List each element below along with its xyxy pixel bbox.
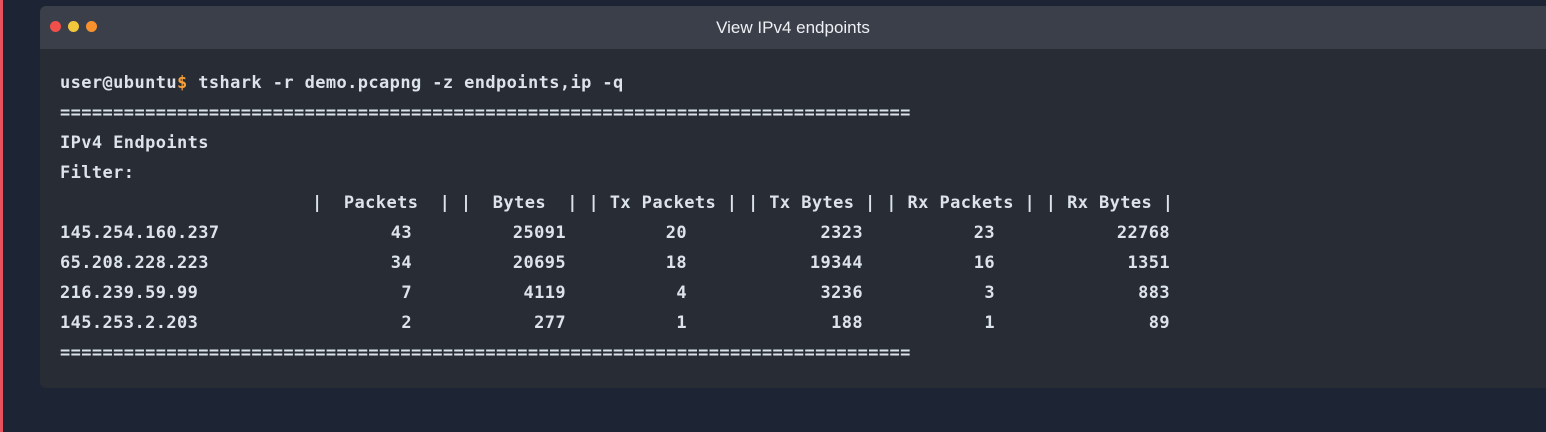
prompt-user: user@ubuntu [60, 73, 177, 93]
ip-address: 145.253.2.203 [60, 313, 199, 333]
packets-value: 7 [401, 283, 412, 303]
tx-packets-value: 4 [676, 283, 687, 303]
ip-address: 65.208.228.223 [60, 253, 209, 273]
rx-packets-value: 3 [984, 283, 995, 303]
prompt-symbol: $ [176, 73, 188, 93]
terminal-output[interactable]: user@ubuntu$ tshark -r demo.pcapng -z en… [60, 68, 1173, 368]
ip-address: 145.254.160.237 [60, 223, 220, 243]
table-row: 216.239.59.99 7 4119 4 3236 3 883 [60, 278, 1170, 308]
command-line: user@ubuntu$ tshark -r demo.pcapng -z en… [60, 68, 911, 98]
rx-packets-value: 23 [973, 223, 995, 243]
tx-packets-value: 20 [665, 223, 687, 243]
command-text: tshark -r demo.pcapng -z endpoints,ip -q [187, 73, 624, 93]
table-row: 145.253.2.203 2 277 1 188 1 89 [60, 308, 1170, 338]
page-edge-accent [0, 0, 3, 432]
separator-top: ========================================… [60, 103, 911, 123]
table-row: 65.208.228.223 34 20695 18 19344 16 1351 [60, 248, 1170, 278]
tx-bytes-value: 188 [831, 313, 863, 333]
bytes-value: 20695 [512, 253, 566, 273]
tx-bytes-value: 3236 [820, 283, 863, 303]
title-bar: View IPv4 endpoints [40, 6, 1546, 49]
tx-bytes-value: 2323 [820, 223, 863, 243]
packets-value: 43 [390, 223, 412, 243]
output-heading: IPv4 Endpoints [60, 133, 209, 153]
terminal-window: View IPv4 endpoints user@ubuntu$ tshark … [40, 6, 1546, 388]
column-header-line: | Packets | | Bytes | | Tx Packets | | T… [312, 193, 1174, 213]
tx-packets-value: 1 [676, 313, 687, 333]
window-title: View IPv4 endpoints [716, 18, 870, 37]
bytes-value: 277 [534, 313, 566, 333]
rx-packets-value: 1 [984, 313, 995, 333]
tx-packets-value: 18 [665, 253, 687, 273]
packets-value: 34 [390, 253, 412, 273]
rx-packets-value: 16 [973, 253, 995, 273]
ip-address: 216.239.59.99 [60, 283, 199, 303]
tx-bytes-value: 19344 [809, 253, 863, 273]
rx-bytes-value: 89 [1148, 313, 1170, 333]
bytes-value: 4119 [523, 283, 566, 303]
filter-label: Filter: [60, 163, 135, 183]
bytes-value: 25091 [512, 223, 566, 243]
packets-value: 2 [401, 313, 412, 333]
separator-bottom: ========================================… [60, 343, 911, 363]
rx-bytes-value: 22768 [1116, 223, 1170, 243]
column-header-row: | Packets | | Bytes | | Tx Packets | | T… [60, 188, 1173, 218]
rx-bytes-value: 883 [1138, 283, 1170, 303]
table-row: 145.254.160.237 43 25091 20 2323 23 2276… [60, 218, 1170, 248]
rx-bytes-value: 1351 [1127, 253, 1170, 273]
